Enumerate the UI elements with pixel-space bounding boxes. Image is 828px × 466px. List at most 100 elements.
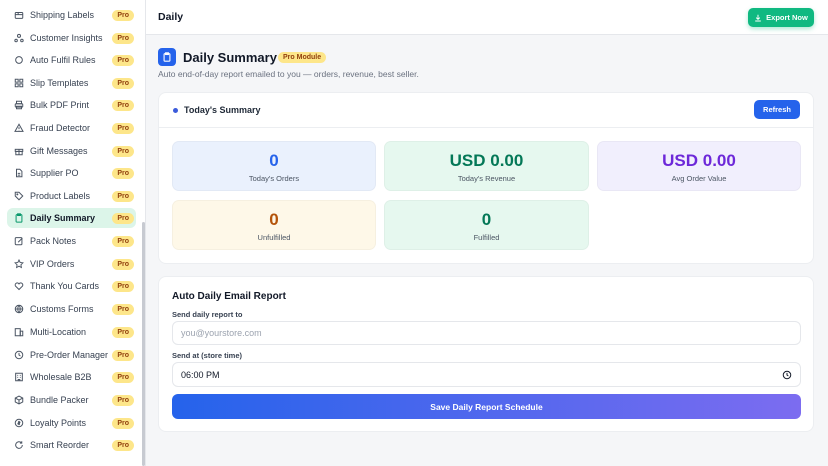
sidebar-item-label: Daily Summary	[30, 213, 96, 223]
sidebar-item-label: Customer Insights	[30, 33, 103, 43]
sidebar-scrollbar[interactable]	[142, 222, 145, 466]
sidebar-item-label: Fraud Detector	[30, 123, 91, 133]
pro-badge: Pro	[112, 371, 134, 383]
status-dot	[173, 108, 178, 113]
sidebar-item-customs-forms[interactable]: Customs Forms Pro	[7, 299, 136, 319]
circle-icon	[13, 55, 24, 66]
sidebar-item-customer-insights[interactable]: Customer Insights Pro	[7, 28, 136, 48]
pro-badge: Pro	[112, 167, 134, 179]
pro-badge: Pro	[112, 280, 134, 292]
pro-badge: Pro	[112, 9, 134, 21]
stat-value: USD 0.00	[662, 151, 736, 170]
sidebar-item-label: Shipping Labels	[30, 10, 95, 20]
sidebar-item-fraud-detector[interactable]: Fraud Detector Pro	[7, 118, 136, 138]
sidebar-item-product-labels[interactable]: Product Labels Pro	[7, 186, 136, 206]
pro-badge: Pro	[112, 394, 134, 406]
note-icon	[13, 236, 24, 247]
sidebar-item-bundle-packer[interactable]: Bundle Packer Pro	[7, 390, 136, 410]
sidebar-item-label: Pre-Order Manager	[30, 350, 109, 360]
pro-badge: Pro	[112, 235, 134, 247]
section-subtitle: Auto end-of-day report emailed to you — …	[158, 69, 419, 79]
sidebar-item-daily-summary[interactable]: Daily Summary Pro	[7, 208, 136, 228]
pro-badge: Pro	[112, 122, 134, 134]
clipboard-icon	[13, 213, 24, 224]
clock-icon	[13, 350, 24, 361]
grid-icon	[13, 78, 24, 89]
sidebar-item-label: Smart Reorder	[30, 440, 90, 450]
download-icon	[755, 14, 761, 22]
sidebar-item-auto-fulfil-rules[interactable]: Auto Fulfil Rules Pro	[7, 50, 136, 70]
sidebar-item-vip-orders[interactable]: VIP Orders Pro	[7, 254, 136, 274]
warehouse-icon	[13, 372, 24, 383]
clock-icon[interactable]	[782, 370, 792, 380]
refresh-icon	[13, 440, 24, 451]
sidebar-item-supplier-po[interactable]: Supplier PO Pro	[7, 163, 136, 183]
pro-badge: Pro	[112, 326, 134, 338]
send-to-label: Send daily report to	[172, 310, 243, 319]
refresh-button[interactable]: Refresh	[754, 100, 800, 119]
sidebar-item-label: Supplier PO	[30, 168, 79, 178]
sidebar-item-label: Auto Fulfil Rules	[30, 55, 96, 65]
sidebar: Shipping Labels Pro Customer Insights Pr…	[0, 0, 146, 466]
clipboard-icon	[158, 48, 176, 66]
sidebar-item-shipping-labels[interactable]: Shipping Labels Pro	[7, 5, 136, 25]
sidebar-item-multi-location[interactable]: Multi-Location Pro	[7, 322, 136, 342]
sidebar-item-bulk-pdf-print[interactable]: Bulk PDF Print Pro	[7, 95, 136, 115]
stat-label: Today's Orders	[248, 174, 300, 183]
stat-value: 0	[481, 210, 492, 229]
coin-icon	[13, 418, 24, 429]
sidebar-item-label: Gift Messages	[30, 146, 88, 156]
export-now-button[interactable]: Export Now	[748, 8, 814, 27]
stat-label: Today's Revenue	[457, 174, 516, 183]
star-icon	[13, 259, 24, 270]
sidebar-item-smart-reorder[interactable]: Smart Reorder Pro	[7, 435, 136, 455]
pro-badge: Pro	[112, 54, 134, 66]
sidebar-item-label: Loyalty Points	[30, 418, 87, 428]
sidebar-item-slip-templates[interactable]: Slip Templates Pro	[7, 73, 136, 93]
pro-badge: Pro	[112, 190, 134, 202]
send-at-label: Send at (store time)	[172, 351, 243, 360]
stat-fulfilled: 0 Fulfilled	[384, 200, 589, 250]
stat-value: 0	[269, 151, 279, 170]
pro-badge: Pro	[112, 349, 134, 361]
stat-value: USD 0.00	[449, 151, 524, 170]
heart-icon	[13, 281, 24, 292]
top-bar: Daily Export Now	[146, 0, 828, 35]
pro-badge: Pro	[112, 32, 134, 44]
warning-icon	[13, 123, 24, 134]
pro-badge: Pro	[112, 258, 134, 270]
sidebar-item-pack-notes[interactable]: Pack Notes Pro	[7, 231, 136, 251]
pro-badge: Pro	[112, 417, 134, 429]
box-icon	[13, 10, 24, 21]
sidebar-item-loyalty-points[interactable]: Loyalty Points Pro	[7, 413, 136, 433]
pro-badge: Pro	[112, 439, 134, 451]
pro-badge: Pro	[112, 212, 134, 224]
sidebar-item-label: Slip Templates	[30, 78, 89, 88]
pro-badge: Pro	[112, 77, 134, 89]
package-icon	[13, 395, 24, 406]
stat-todays-orders: 0 Today's Orders	[172, 141, 376, 191]
stat-label: Fulfilled	[473, 233, 500, 242]
sidebar-item-wholesale-b2b[interactable]: Wholesale B2B Pro	[7, 367, 136, 387]
stat-unfulfilled: 0 Unfulfilled	[172, 200, 376, 250]
card-title: Today's Summary	[184, 105, 261, 115]
globe-icon	[13, 304, 24, 315]
save-schedule-button[interactable]: Save Daily Report Schedule	[172, 394, 801, 419]
email-field[interactable]	[172, 321, 801, 345]
document-icon	[13, 168, 24, 179]
sidebar-item-label: Product Labels	[30, 191, 91, 201]
send-time-input[interactable]: 06:00 PM	[172, 362, 801, 387]
gift-icon	[13, 146, 24, 157]
sidebar-item-pre-order-manager[interactable]: Pre-Order Manager Pro	[7, 345, 136, 365]
sidebar-item-thank-you-cards[interactable]: Thank You Cards Pro	[7, 276, 136, 296]
section-title: Daily Summary	[183, 50, 277, 65]
stat-avg-order-value: USD 0.00 Avg Order Value	[597, 141, 801, 191]
page-title: Daily	[158, 11, 184, 23]
sidebar-item-label: Wholesale B2B	[30, 372, 92, 382]
send-time-value: 06:00 PM	[181, 370, 220, 380]
sidebar-item-label: Bulk PDF Print	[30, 100, 90, 110]
printer-icon	[13, 100, 24, 111]
tag-icon	[13, 191, 24, 202]
sidebar-item-label: Bundle Packer	[30, 395, 89, 405]
sidebar-item-gift-messages[interactable]: Gift Messages Pro	[7, 141, 136, 161]
